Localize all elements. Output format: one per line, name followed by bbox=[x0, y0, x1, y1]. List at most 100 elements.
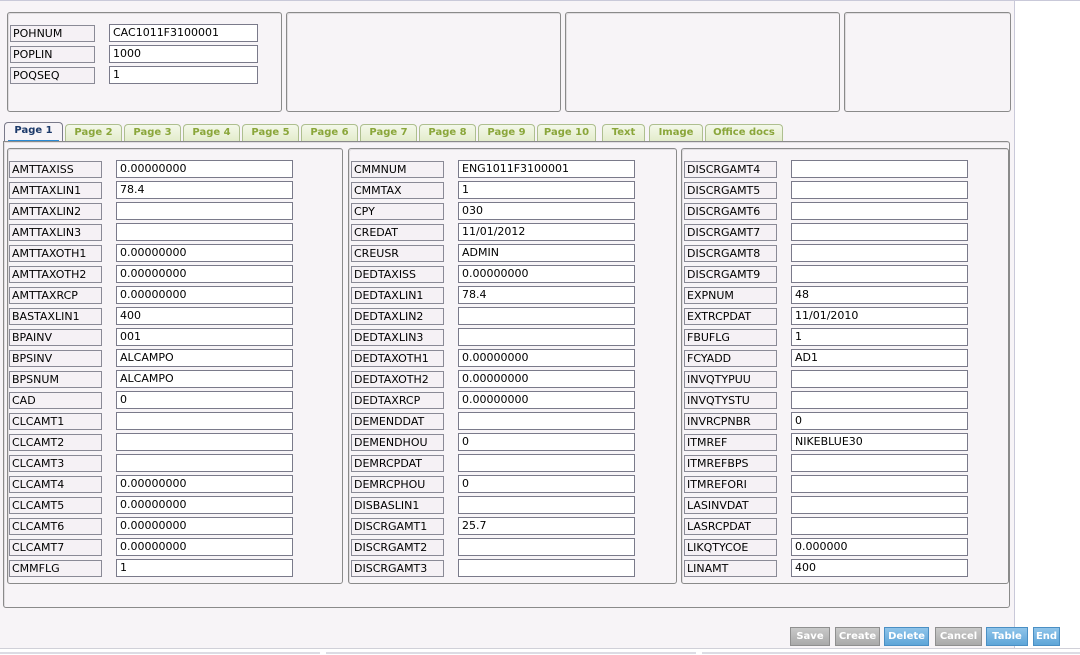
cmmnum-field[interactable]: ENG1011F3100001 bbox=[458, 160, 635, 178]
label-credat: CREDAT bbox=[351, 224, 444, 241]
tab-page-5[interactable]: Page 5 bbox=[242, 124, 299, 141]
bpsnum-field[interactable]: ALCAMPO bbox=[116, 370, 293, 388]
poplin-field[interactable]: 1000 bbox=[109, 45, 258, 63]
save-button[interactable]: Save bbox=[790, 627, 830, 646]
discrgamt7-field[interactable] bbox=[791, 223, 968, 241]
clcamt2-field[interactable] bbox=[116, 433, 293, 451]
tab-page-7[interactable]: Page 7 bbox=[360, 124, 417, 141]
itmref-field[interactable]: NIKEBLUE30 bbox=[791, 433, 968, 451]
tab-label: Text bbox=[611, 127, 636, 138]
delete-button[interactable]: Delete bbox=[884, 627, 929, 646]
invqtystu-field[interactable] bbox=[791, 391, 968, 409]
tab-page-10[interactable]: Page 10 bbox=[537, 124, 596, 141]
amttaxoth1-field[interactable]: 0.00000000 bbox=[116, 244, 293, 262]
cmmflg-field[interactable]: 1 bbox=[116, 559, 293, 577]
bpsinv-field[interactable]: ALCAMPO bbox=[116, 349, 293, 367]
dedtaxlin3-field[interactable] bbox=[458, 328, 635, 346]
cmmtax-field[interactable]: 1 bbox=[458, 181, 635, 199]
creusr-field[interactable]: ADMIN bbox=[458, 244, 635, 262]
tab-text[interactable]: Text bbox=[602, 124, 645, 141]
discrgamt1-field[interactable]: 25.7 bbox=[458, 517, 635, 535]
amttaxoth2-field[interactable]: 0.00000000 bbox=[116, 265, 293, 283]
label-extrcpdat: EXTRCPDAT bbox=[684, 308, 777, 325]
dedtaxiss-field[interactable]: 0.00000000 bbox=[458, 265, 635, 283]
amttaxlin3-field[interactable] bbox=[116, 223, 293, 241]
disbaslin1-field[interactable] bbox=[458, 496, 635, 514]
cancel-button[interactable]: Cancel bbox=[935, 627, 982, 646]
demendhou-field[interactable]: 0 bbox=[458, 433, 635, 451]
bastaxlin1-field[interactable]: 400 bbox=[116, 307, 293, 325]
discrgamt2-field[interactable] bbox=[458, 538, 635, 556]
end-button[interactable]: End bbox=[1033, 627, 1060, 646]
credat-field[interactable]: 11/01/2012 bbox=[458, 223, 635, 241]
discrgamt8-field[interactable] bbox=[791, 244, 968, 262]
cad-field[interactable]: 0 bbox=[116, 391, 293, 409]
cpy-field[interactable]: 030 bbox=[458, 202, 635, 220]
discrgamt6-field[interactable] bbox=[791, 202, 968, 220]
clcamt5-field[interactable]: 0.00000000 bbox=[116, 496, 293, 514]
label-dedtaxlin3: DEDTAXLIN3 bbox=[351, 329, 444, 346]
amttaxiss-field[interactable]: 0.00000000 bbox=[116, 160, 293, 178]
clcamt1-field[interactable] bbox=[116, 412, 293, 430]
tab-page-3[interactable]: Page 3 bbox=[124, 124, 181, 141]
discrgamt9-field[interactable] bbox=[791, 265, 968, 283]
clcamt6-field[interactable]: 0.00000000 bbox=[116, 517, 293, 535]
tab-page-9[interactable]: Page 9 bbox=[478, 124, 535, 141]
label-likqtycoe: LIKQTYCOE bbox=[684, 539, 777, 556]
dedtaxlin1-field[interactable]: 78.4 bbox=[458, 286, 635, 304]
amttaxlin1-field[interactable]: 78.4 bbox=[116, 181, 293, 199]
label-demenddat: DEMENDDAT bbox=[351, 413, 444, 430]
extrcpdat-field[interactable]: 11/01/2010 bbox=[791, 307, 968, 325]
discrgamt5-field[interactable] bbox=[791, 181, 968, 199]
itmrefbps-field[interactable] bbox=[791, 454, 968, 472]
discrgamt3-field[interactable] bbox=[458, 559, 635, 577]
expnum-field[interactable]: 48 bbox=[791, 286, 968, 304]
tab-page-8[interactable]: Page 8 bbox=[419, 124, 476, 141]
clcamt3-field[interactable] bbox=[116, 454, 293, 472]
invrcpnbr-field[interactable]: 0 bbox=[791, 412, 968, 430]
amttaxrcp-field[interactable]: 0.00000000 bbox=[116, 286, 293, 304]
clcamt4-field[interactable]: 0.00000000 bbox=[116, 475, 293, 493]
linamt-field[interactable]: 400 bbox=[791, 559, 968, 577]
demrcpdat-field[interactable] bbox=[458, 454, 635, 472]
tab-page-1[interactable]: Page 1 bbox=[4, 122, 63, 142]
tab-page-4[interactable]: Page 4 bbox=[183, 124, 240, 141]
label-fbuflg: FBUFLG bbox=[684, 329, 777, 346]
dedtaxlin2-field[interactable] bbox=[458, 307, 635, 325]
label-invqtystu: INVQTYSTU bbox=[684, 392, 777, 409]
lasinvdat-field[interactable] bbox=[791, 496, 968, 514]
label-amttaxlin1: AMTTAXLIN1 bbox=[9, 182, 102, 199]
clcamt7-field[interactable]: 0.00000000 bbox=[116, 538, 293, 556]
demrcphou-field[interactable]: 0 bbox=[458, 475, 635, 493]
tab-label: Page 9 bbox=[487, 127, 526, 138]
tab-label: Office docs bbox=[713, 127, 775, 138]
tab-image[interactable]: Image bbox=[649, 124, 703, 141]
itmrefori-field[interactable] bbox=[791, 475, 968, 493]
discrgamt4-field[interactable] bbox=[791, 160, 968, 178]
label-discrgamt5: DISCRGAMT5 bbox=[684, 182, 777, 199]
likqtycoe-field[interactable]: 0.000000 bbox=[791, 538, 968, 556]
create-button[interactable]: Create bbox=[835, 627, 880, 646]
dedtaxoth1-field[interactable]: 0.00000000 bbox=[458, 349, 635, 367]
tab-page-6[interactable]: Page 6 bbox=[301, 124, 358, 141]
tab-page-2[interactable]: Page 2 bbox=[65, 124, 122, 141]
amttaxlin2-field[interactable] bbox=[116, 202, 293, 220]
table-button[interactable]: Table bbox=[986, 627, 1028, 646]
label-dedtaxlin2: DEDTAXLIN2 bbox=[351, 308, 444, 325]
label-clcamt2: CLCAMT2 bbox=[9, 434, 102, 451]
pohnum-field[interactable]: CAC1011F3100001 bbox=[109, 24, 258, 42]
poqseq-field[interactable]: 1 bbox=[109, 66, 258, 84]
demenddat-field[interactable] bbox=[458, 412, 635, 430]
label-pohnum: POHNUM bbox=[10, 25, 95, 42]
label-bpsinv: BPSINV bbox=[9, 350, 102, 367]
dedtaxrcp-field[interactable]: 0.00000000 bbox=[458, 391, 635, 409]
bpainv-field[interactable]: 001 bbox=[116, 328, 293, 346]
fbuflg-field[interactable]: 1 bbox=[791, 328, 968, 346]
dedtaxoth2-field[interactable]: 0.00000000 bbox=[458, 370, 635, 388]
invqtypuu-field[interactable] bbox=[791, 370, 968, 388]
fcyadd-field[interactable]: AD1 bbox=[791, 349, 968, 367]
tab-office-docs[interactable]: Office docs bbox=[705, 124, 783, 141]
tab-label: Page 4 bbox=[192, 127, 231, 138]
label-amttaxoth1: AMTTAXOTH1 bbox=[9, 245, 102, 262]
lasrcpdat-field[interactable] bbox=[791, 517, 968, 535]
